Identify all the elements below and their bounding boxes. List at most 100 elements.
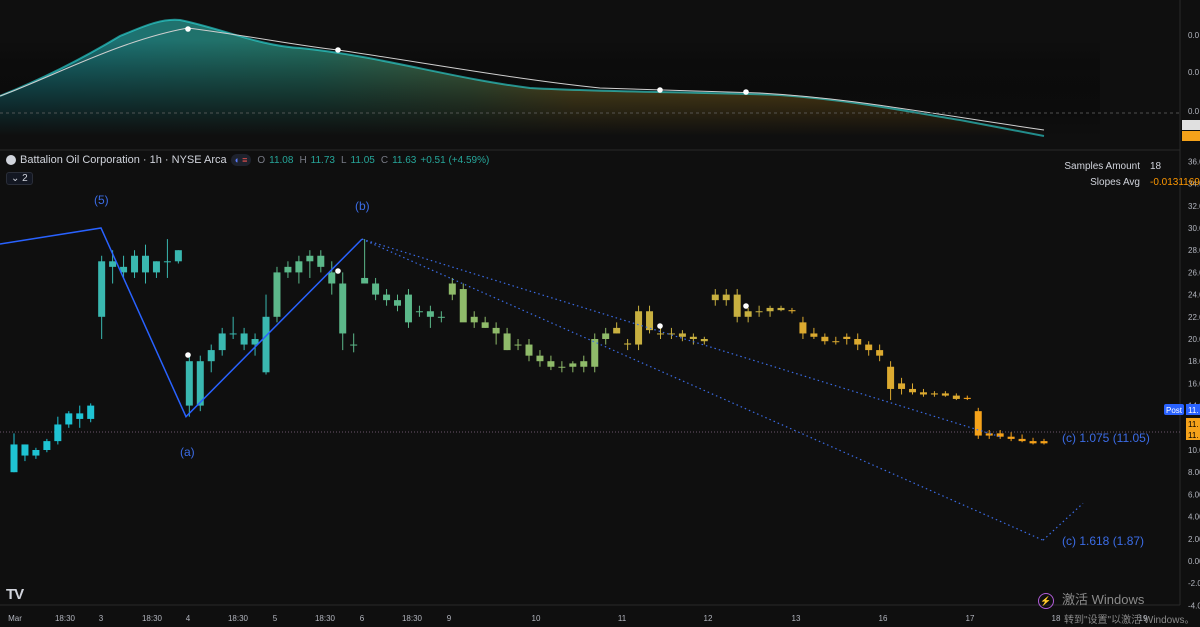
watermark-line1: 激活 Windows xyxy=(1062,592,1145,607)
time-tick-label: 18:30 xyxy=(55,614,76,623)
time-tick-label: 18:30 xyxy=(315,614,336,623)
candle-body xyxy=(602,333,610,339)
candle-body xyxy=(174,250,182,262)
symbol-title[interactable]: Battalion Oil Corporation · 1h · NYSE Ar… xyxy=(20,154,227,166)
candle-body xyxy=(207,350,215,362)
candle-body xyxy=(854,339,862,345)
equals-icon: ≡ xyxy=(242,155,248,165)
candle-body xyxy=(832,341,840,343)
price-tick-label: 30.00 xyxy=(1188,224,1200,233)
oscillator-pane xyxy=(0,18,1180,137)
candle-body xyxy=(887,366,895,389)
time-tick-label: 17 xyxy=(966,614,975,623)
symbol-legend[interactable]: Battalion Oil Corporation · 1h · NYSE Ar… xyxy=(6,154,489,166)
samples-value: 18 xyxy=(1150,160,1162,172)
wave-label-5: (5) xyxy=(94,193,109,207)
price-tick-label: 2.00 xyxy=(1188,535,1200,544)
candle-body xyxy=(503,333,511,351)
wave-labels: (5) (a) (b) (c) 1.075 (11.05) (c) 1.618 … xyxy=(94,193,1150,548)
candle-body xyxy=(394,300,402,306)
collapse-indicators-button[interactable]: ⌄ 2 xyxy=(6,172,33,185)
elliott-wave[interactable] xyxy=(0,227,1084,541)
candle-body xyxy=(547,361,555,367)
price-tick-label: 16.00 xyxy=(1188,379,1200,388)
candle-body xyxy=(821,336,829,342)
candle-body xyxy=(744,311,752,317)
wave-label-c2: (c) 1.618 (1.87) xyxy=(1062,534,1144,548)
wave-dotted-line-c2[interactable] xyxy=(361,238,1044,541)
candle-body xyxy=(404,294,412,323)
wave-label-a: (a) xyxy=(180,445,195,459)
high-value: 11.73 xyxy=(310,154,335,166)
time-tick-label: 9 xyxy=(447,614,452,623)
price-tick-label: 22.00 xyxy=(1188,313,1200,322)
wave-label-c1: (c) 1.075 (11.05) xyxy=(1062,431,1150,445)
candle-body xyxy=(580,361,588,367)
time-tick-label: 6 xyxy=(360,614,365,623)
price-axis[interactable]: 36.0034.0032.0030.0028.0026.0024.0022.00… xyxy=(1188,157,1200,610)
candle-body xyxy=(229,333,237,335)
last-value-2: 11. xyxy=(1188,431,1199,440)
candle-body xyxy=(711,294,719,301)
low-label: L xyxy=(340,154,347,166)
candle-body xyxy=(185,361,193,406)
samples-label: Samples Amount xyxy=(1064,160,1140,172)
stats-row: Slopes Avg -0.013116957 xyxy=(1030,174,1200,190)
candle-body xyxy=(54,424,62,442)
signal-dot xyxy=(657,87,663,93)
open-label: O xyxy=(257,154,266,166)
tradingview-logo-icon[interactable]: TV xyxy=(6,586,24,603)
candle-body xyxy=(733,294,741,317)
candle-body xyxy=(777,307,785,311)
price-tick-label: 28.00 xyxy=(1188,246,1200,255)
wave-dotted-line-c1[interactable] xyxy=(361,238,1001,438)
candle-body xyxy=(635,311,643,345)
time-tick-label: Mar xyxy=(8,614,22,623)
time-tick-label: 12 xyxy=(704,614,713,623)
time-tick-label: 13 xyxy=(792,614,801,623)
price-tick-label: 10.00 xyxy=(1188,446,1200,455)
candle-body xyxy=(163,261,171,263)
candle-body xyxy=(941,393,949,396)
candle-body xyxy=(141,255,149,273)
legend-status-pill[interactable]: ◐ ≡ xyxy=(230,154,252,166)
lightning-icon: ⚡ xyxy=(1038,592,1054,609)
candle-body xyxy=(985,433,993,436)
candle-body xyxy=(1040,441,1048,444)
candle-body xyxy=(667,333,675,335)
price-tick-label: 0.00 xyxy=(1188,557,1200,566)
candle-body xyxy=(755,311,763,313)
close-value: 11.63 xyxy=(392,154,417,166)
candle-body xyxy=(766,307,774,312)
candle-body xyxy=(876,350,884,356)
candle-body xyxy=(152,261,160,273)
windows-activation-watermark: ⚡ 激活 Windows 转到"设置"以激活 Windows。 xyxy=(1038,589,1194,626)
marker-dot xyxy=(185,352,191,358)
candle-body xyxy=(974,411,982,436)
candle-body xyxy=(426,311,434,317)
signal-dot xyxy=(185,26,191,32)
time-tick-label: 5 xyxy=(273,614,278,623)
indicator-tick-label: 0.0 xyxy=(1188,68,1200,77)
candle-body xyxy=(459,289,467,323)
candle-body xyxy=(514,344,522,346)
price-tick-label: 24.00 xyxy=(1188,291,1200,300)
candle-body xyxy=(65,413,73,425)
post-value: 11. xyxy=(1188,406,1199,415)
price-tick-label: 18.00 xyxy=(1188,357,1200,366)
candle-body xyxy=(383,294,391,301)
price-tick-label: -2.00 xyxy=(1188,579,1200,588)
price-tick-label: 26.00 xyxy=(1188,268,1200,277)
candle-body xyxy=(788,310,796,312)
chart-canvas[interactable]: 0.00.00.0-0.-0. 36.0034.0032.0030.0028.0… xyxy=(0,0,1200,627)
candle-body xyxy=(437,316,445,318)
last-value-1: 11. xyxy=(1188,420,1199,429)
slopes-value: -0.013116957 xyxy=(1150,176,1200,188)
candle-body xyxy=(952,395,960,399)
candle-body xyxy=(339,283,347,334)
candle-body xyxy=(98,261,106,317)
indicator-tick-label: 0.0 xyxy=(1188,107,1200,116)
candle-body xyxy=(350,344,358,346)
time-axis[interactable]: Mar 18:30 3 18:30 4 18:30 5 18:30 6 18:30 9 10 11 12 1… xyxy=(8,614,1148,623)
price-tick-label: 32.00 xyxy=(1188,202,1200,211)
